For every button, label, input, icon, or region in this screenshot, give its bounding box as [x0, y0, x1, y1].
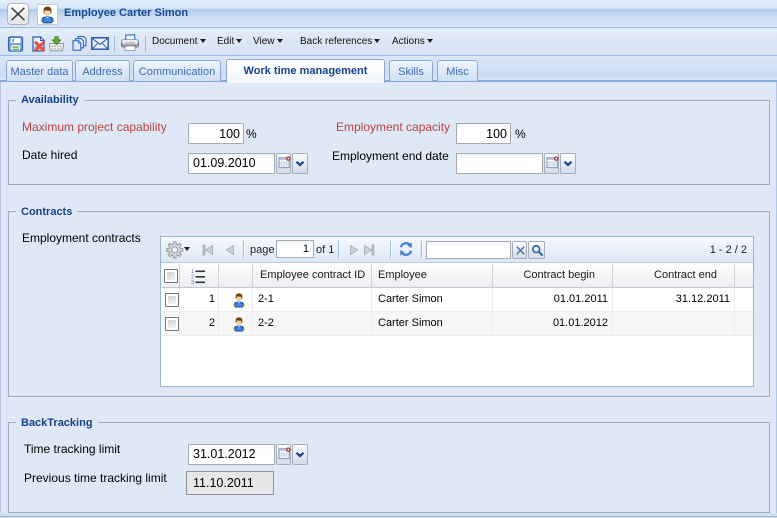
svg-text:3: 3 [191, 280, 194, 284]
